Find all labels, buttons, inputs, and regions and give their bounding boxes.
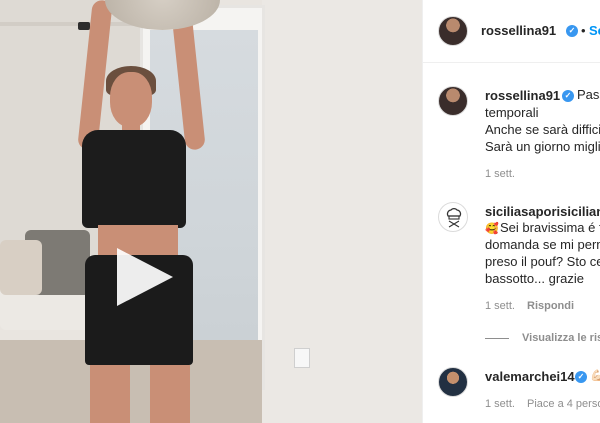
view-replies-button[interactable]: Visualizza le ris — [522, 332, 600, 344]
scene-pillow — [0, 240, 42, 295]
comment-text-line: bassotto... grazie — [485, 271, 584, 286]
play-button[interactable] — [113, 246, 175, 308]
person-head — [110, 72, 152, 127]
person-leg — [150, 365, 190, 423]
caption-text-line: Pass — [577, 87, 600, 102]
video-player[interactable] — [0, 0, 422, 423]
comment-text-line: Sei bravissima é fo — [500, 220, 600, 235]
verified-badge-icon: ✓ — [562, 90, 574, 102]
comment-timestamp[interactable]: 1 sett. — [485, 398, 515, 410]
caption-timestamp[interactable]: 1 sett. — [485, 168, 515, 180]
scene-outlet — [294, 348, 310, 368]
scene-ceiling — [0, 22, 140, 26]
caption-text-line: temporali — [485, 105, 539, 120]
scene-camera — [78, 22, 90, 30]
comment-likes[interactable]: Piace a 4 perso — [527, 398, 600, 410]
flexed-biceps-icon: 💪🏻 — [590, 369, 600, 382]
video-frame — [0, 0, 422, 423]
comment-timestamp[interactable]: 1 sett. — [485, 300, 515, 312]
comment-text-line: preso il pouf? Sto cer — [485, 254, 600, 269]
scene-right-wall — [262, 0, 422, 423]
avatar[interactable] — [438, 86, 468, 116]
caption-username[interactable]: rossellina91 — [485, 88, 560, 103]
avatar[interactable] — [438, 202, 468, 232]
verified-badge-icon: ✓ — [566, 25, 578, 37]
avatar[interactable] — [438, 367, 468, 397]
reply-button[interactable]: Rispondi — [527, 300, 574, 312]
comment-text-line: domanda se mi perm — [485, 237, 600, 252]
verified-badge-icon: ✓ — [575, 371, 587, 383]
person-leg — [90, 365, 130, 423]
post-header: rossellina91 ✓ • Segui — [423, 0, 600, 63]
follow-button[interactable]: Segui — [589, 23, 600, 38]
person-crop-top — [82, 130, 186, 228]
chef-hat-icon — [446, 208, 462, 228]
caption-text-line: Anche se sarà difficil — [485, 122, 600, 137]
post-side-panel: rossellina91 ✓ • Segui rossellina91 ✓ Pa… — [422, 0, 600, 423]
smiling-face-hearts-icon: 🥰 — [485, 223, 499, 235]
comment-username[interactable]: siciliasaporisiciliani — [485, 204, 600, 219]
separator-dot: • — [581, 23, 586, 38]
post-author-username[interactable]: rossellina91 — [481, 23, 556, 38]
replies-divider — [485, 338, 509, 339]
avatar[interactable] — [438, 16, 468, 46]
caption-text-line: Sarà un giorno miglio — [485, 139, 600, 154]
play-icon — [117, 248, 173, 306]
comment-username[interactable]: valemarchei14 — [485, 369, 575, 384]
